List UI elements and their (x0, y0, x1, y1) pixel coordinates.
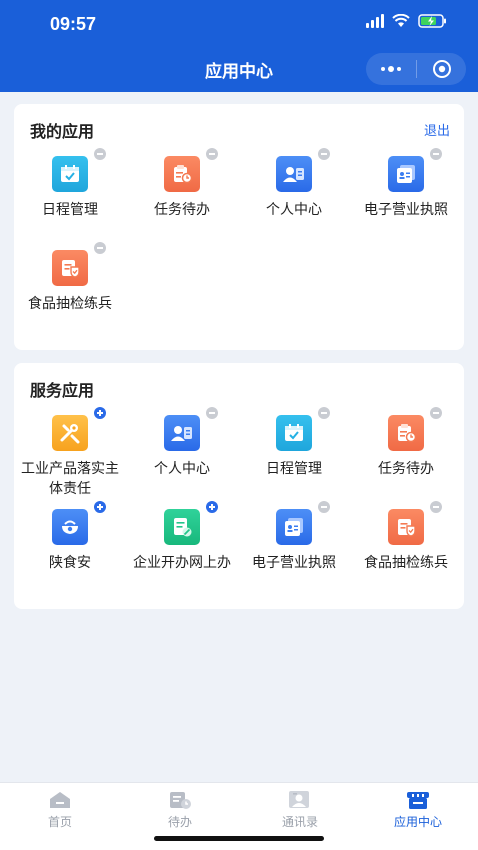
app-label: 电子营业执照 (252, 555, 336, 571)
tab-todo[interactable]: 待办 (120, 789, 240, 830)
add-badge-icon[interactable] (94, 501, 106, 513)
battery-charging-icon (418, 14, 448, 28)
task-icon (388, 415, 424, 451)
tab-label: 通讯录 (281, 815, 318, 829)
calendar-icon (276, 415, 312, 451)
remove-badge-icon[interactable] (94, 148, 106, 160)
calendar-icon (52, 156, 88, 192)
license-icon (388, 156, 424, 192)
remove-badge-icon[interactable] (318, 501, 330, 513)
more-icon[interactable] (366, 66, 416, 72)
remove-badge-icon[interactable] (206, 407, 218, 419)
close-target-icon[interactable] (417, 59, 466, 79)
app-label: 企业开办网上办 (133, 555, 231, 571)
app-label: 电子营业执照 (364, 202, 448, 218)
status-icons (366, 14, 448, 28)
header: 09:57 应用中心 (0, 0, 478, 92)
add-badge-icon[interactable] (94, 407, 106, 419)
remove-badge-icon[interactable] (206, 148, 218, 160)
app-store-icon (405, 789, 431, 811)
app-label: 任务待办 (378, 461, 434, 477)
app-label: 工业产品落实主体责任 (21, 461, 119, 497)
add-badge-icon[interactable] (206, 501, 218, 513)
tab-label: 首页 (47, 815, 72, 829)
remove-badge-icon[interactable] (94, 242, 106, 254)
remove-badge-icon[interactable] (430, 501, 442, 513)
app-label: 食品抽检练兵 (28, 296, 112, 312)
profile-card-icon (164, 415, 200, 451)
food-inspection-icon (52, 250, 88, 286)
remove-badge-icon[interactable] (318, 148, 330, 160)
remove-badge-icon[interactable] (430, 148, 442, 160)
signal-icon (366, 14, 384, 28)
tab-label: 应用中心 (393, 815, 442, 829)
remove-badge-icon[interactable] (318, 407, 330, 419)
mini-program-capsule (366, 53, 466, 85)
my-apps-title: 我的应用 (30, 122, 95, 141)
tab-home[interactable]: 首页 (0, 789, 120, 830)
profile-card-icon (276, 156, 312, 192)
app-label: 日程管理 (266, 461, 322, 477)
tab-app-center[interactable]: 应用中心 (358, 789, 478, 830)
home-icon (47, 789, 73, 811)
food-bowl-icon (52, 509, 88, 545)
app-label: 食品抽检练兵 (364, 555, 448, 571)
tab-contacts[interactable]: 通讯录 (240, 789, 360, 830)
logout-button[interactable]: 退出 (424, 120, 450, 139)
my-apps-card: 我的应用 退出 日程管理 任务待办 个人中心 电子营业执照 食品抽检练兵 (14, 104, 464, 350)
food-inspection-icon (388, 509, 424, 545)
status-time: 09:57 (50, 14, 97, 34)
service-apps-card: 服务应用 工业产品落实主体责任 个人中心 日程管理 任务待办 陕食安 企业开办网… (14, 363, 464, 609)
app-label: 任务待办 (154, 202, 210, 218)
app-label: 个人中心 (266, 202, 322, 218)
task-icon (164, 156, 200, 192)
service-apps-title: 服务应用 (30, 381, 95, 400)
todo-icon (167, 789, 193, 811)
remove-badge-icon[interactable] (430, 407, 442, 419)
tools-icon (52, 415, 88, 451)
home-indicator (154, 836, 324, 841)
contacts-icon (287, 789, 313, 811)
document-edit-icon (164, 509, 200, 545)
wifi-icon (392, 14, 410, 28)
app-label: 个人中心 (154, 461, 210, 477)
license-icon (276, 509, 312, 545)
tab-label: 待办 (167, 815, 192, 829)
app-label: 日程管理 (42, 202, 98, 218)
app-label: 陕食安 (49, 555, 91, 571)
